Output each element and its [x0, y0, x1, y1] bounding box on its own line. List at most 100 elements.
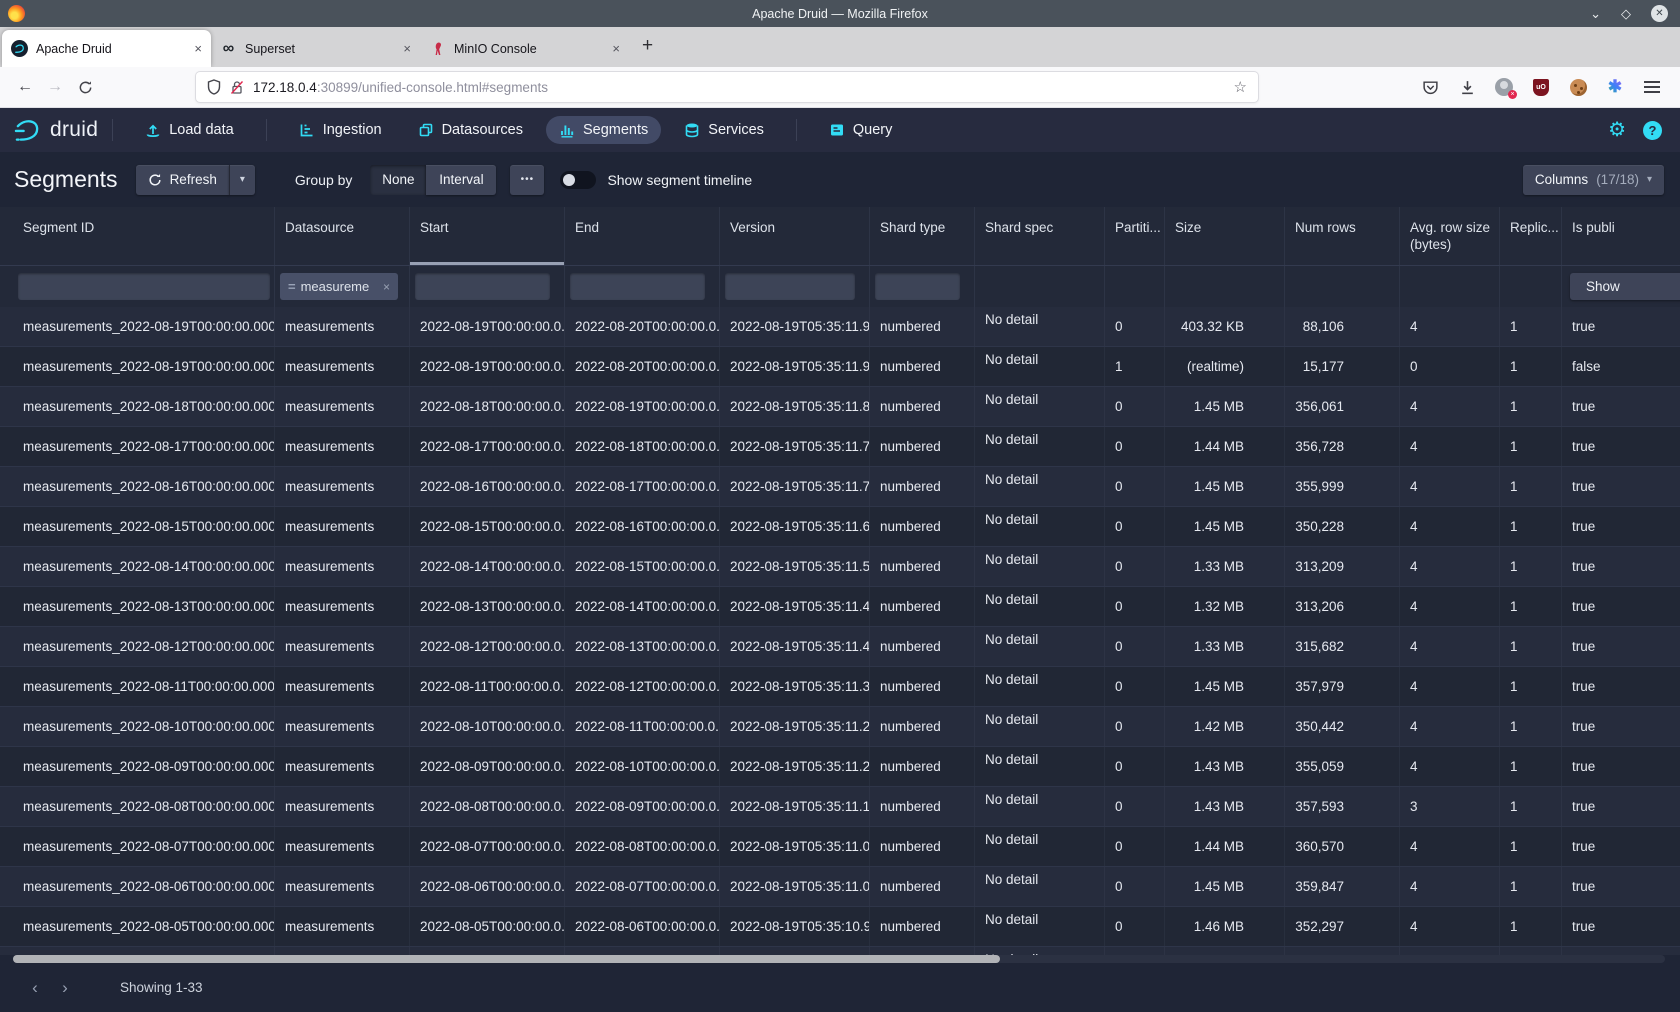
tab-close-icon[interactable]: × [188, 41, 202, 56]
window-close-button[interactable]: ✕ [1651, 5, 1668, 22]
table-row[interactable]: measurements_2022-08-19T00:00:00.000Z...… [0, 307, 1680, 347]
group-by-none-button[interactable]: None [370, 165, 426, 195]
toggle-knob [563, 174, 575, 186]
nav-item-services[interactable]: Services [671, 116, 777, 144]
tab-superset[interactable]: ∞ Superset × [211, 30, 420, 67]
filter-input-segment_id[interactable] [18, 273, 270, 300]
columns-label: Columns [1535, 172, 1588, 187]
table-row[interactable]: measurements_2022-08-19T00:00:00.000Z...… [0, 347, 1680, 387]
cell-segment_id: measurements_2022-08-09T00:00:00.000Z... [13, 747, 275, 786]
pocket-icon[interactable] [1420, 77, 1440, 97]
forward-button[interactable]: → [40, 78, 70, 96]
column-header-shard_spec[interactable]: Shard spec [975, 207, 1105, 265]
extension-disabled-icon[interactable]: × [1494, 77, 1514, 97]
ublock-origin-icon[interactable]: uO [1531, 77, 1551, 97]
cell-start: 2022-08-06T00:00:00.0... [410, 867, 565, 906]
table-row[interactable]: measurements_2022-08-16T00:00:00.000Z...… [0, 467, 1680, 507]
cell-segment_id: measurements_2022-08-11T00:00:00.000Z... [13, 667, 275, 706]
cell-replication: 1 [1500, 747, 1562, 786]
segment-timeline-toggle[interactable] [560, 171, 596, 189]
window-maximize-button[interactable]: ◇ [1621, 7, 1631, 20]
cell-avg_row_size: 4 [1400, 507, 1500, 546]
previous-page-button[interactable]: ‹ [20, 978, 50, 998]
cell-shard_type: numbered [870, 587, 975, 626]
filter-input-start[interactable] [415, 273, 550, 300]
cell-start: 2022-08-12T00:00:00.0... [410, 627, 565, 666]
table-row[interactable]: measurements_2022-08-05T00:00:00.000Z...… [0, 907, 1680, 947]
scrollbar-thumb[interactable] [13, 955, 1000, 963]
column-header-partition[interactable]: Partiti... [1105, 207, 1165, 265]
cell-start: 2022-08-11T00:00:00.0... [410, 667, 565, 706]
nav-item-query[interactable]: Query [816, 116, 906, 144]
nav-item-datasources[interactable]: Datasources [405, 116, 536, 144]
filter-cell-avg_row_size [1400, 266, 1500, 307]
tab-close-icon[interactable]: × [397, 41, 411, 56]
table-row[interactable]: measurements_2022-08-06T00:00:00.000Z...… [0, 867, 1680, 907]
table-row[interactable]: measurements_2022-08-10T00:00:00.000Z...… [0, 707, 1680, 747]
tab-apache-druid[interactable]: Apache Druid × [2, 30, 211, 67]
cell-shard_type: numbered [870, 627, 975, 666]
table-row[interactable]: measurements_2022-08-09T00:00:00.000Z...… [0, 747, 1680, 787]
column-header-shard_type[interactable]: Shard type [870, 207, 975, 265]
table-row[interactable]: measurements_2022-08-13T00:00:00.000Z...… [0, 587, 1680, 627]
extension-asterisk-icon[interactable]: ✱ [1605, 77, 1625, 97]
column-header-datasource[interactable]: Datasource [275, 207, 410, 265]
column-header-num_rows[interactable]: Num rows [1285, 207, 1400, 265]
settings-gear-icon[interactable]: ⚙ [1608, 120, 1626, 140]
url-bar[interactable]: 172.18.0.4:30899/unified-console.html#se… [196, 72, 1258, 102]
cell-shard_spec: No detail [975, 947, 1105, 955]
cell-shard_spec: No detail [975, 427, 1105, 466]
remove-filter-icon[interactable]: × [375, 280, 398, 294]
shield-icon[interactable] [207, 79, 221, 95]
new-tab-button[interactable]: + [629, 35, 666, 57]
column-header-size[interactable]: Size [1165, 207, 1285, 265]
table-row[interactable]: measurements_2022-08-17T00:00:00.000Z...… [0, 427, 1680, 467]
table-row[interactable]: measurements_2022-08-12T00:00:00.000Z...… [0, 627, 1680, 667]
column-header-version[interactable]: Version [720, 207, 870, 265]
datasource-filter-tag[interactable]: =measureme× [280, 273, 398, 300]
nav-item-load-data[interactable]: Load data [132, 116, 247, 144]
more-options-button[interactable]: ••• [510, 165, 544, 195]
column-header-avg_row_size[interactable]: Avg. row size (bytes) [1400, 207, 1500, 265]
table-row[interactable]: measurements_2022-08-07T00:00:00.000Z...… [0, 827, 1680, 867]
next-page-button[interactable]: › [50, 978, 80, 998]
table-row[interactable]: measurements_2022-08-11T00:00:00.000Z...… [0, 667, 1680, 707]
cell-version: 2022-08-19T05:35:11.8... [720, 387, 870, 426]
cell-segment_id: measurements_2022-08-08T00:00:00.000Z... [13, 787, 275, 826]
column-header-start[interactable]: Start [410, 207, 565, 265]
cell-segment_id: measurements_2022-08-07T00:00:00.000Z... [13, 827, 275, 866]
table-row-partial[interactable]: No detail [0, 947, 1680, 955]
back-button[interactable]: ← [10, 78, 40, 96]
reload-button[interactable] [70, 80, 100, 95]
filter-input-end[interactable] [570, 273, 705, 300]
downloads-icon[interactable] [1457, 77, 1477, 97]
menu-hamburger-icon[interactable] [1642, 77, 1662, 97]
column-header-segment_id[interactable]: Segment ID [13, 207, 275, 265]
column-header-replication[interactable]: Replic... [1500, 207, 1562, 265]
window-minimize-button[interactable]: ⌄ [1590, 7, 1601, 20]
insecure-lock-icon[interactable] [230, 80, 244, 95]
table-row[interactable]: measurements_2022-08-08T00:00:00.000Z...… [0, 787, 1680, 827]
druid-logo[interactable]: druid [0, 118, 98, 142]
filter-input-version[interactable] [725, 273, 855, 300]
help-icon[interactable]: ? [1643, 121, 1662, 140]
refresh-button[interactable]: Refresh [136, 165, 229, 195]
columns-selector-button[interactable]: Columns (17/18) ▾ [1523, 165, 1664, 195]
nav-item-segments[interactable]: Segments [546, 116, 661, 144]
column-header-end[interactable]: End [565, 207, 720, 265]
column-header-is_published[interactable]: Is publi [1562, 207, 1680, 265]
cookie-extension-icon[interactable] [1568, 77, 1588, 97]
table-row[interactable]: measurements_2022-08-15T00:00:00.000Z...… [0, 507, 1680, 547]
is-published-show-filter-button[interactable]: Show [1570, 273, 1680, 300]
filter-input-shard_type[interactable] [875, 273, 960, 300]
group-by-interval-button[interactable]: Interval [426, 165, 496, 195]
cell-start [410, 947, 565, 955]
tab-minio-console[interactable]: MinIO Console × [420, 30, 629, 67]
cell-num_rows: 357,593 [1285, 787, 1400, 826]
refresh-options-button[interactable]: ▾ [229, 165, 255, 195]
table-row[interactable]: measurements_2022-08-14T00:00:00.000Z...… [0, 547, 1680, 587]
tab-close-icon[interactable]: × [606, 41, 620, 56]
nav-item-ingestion[interactable]: Ingestion [286, 116, 395, 144]
bookmark-star-icon[interactable]: ☆ [1234, 78, 1247, 96]
table-row[interactable]: measurements_2022-08-18T00:00:00.000Z...… [0, 387, 1680, 427]
